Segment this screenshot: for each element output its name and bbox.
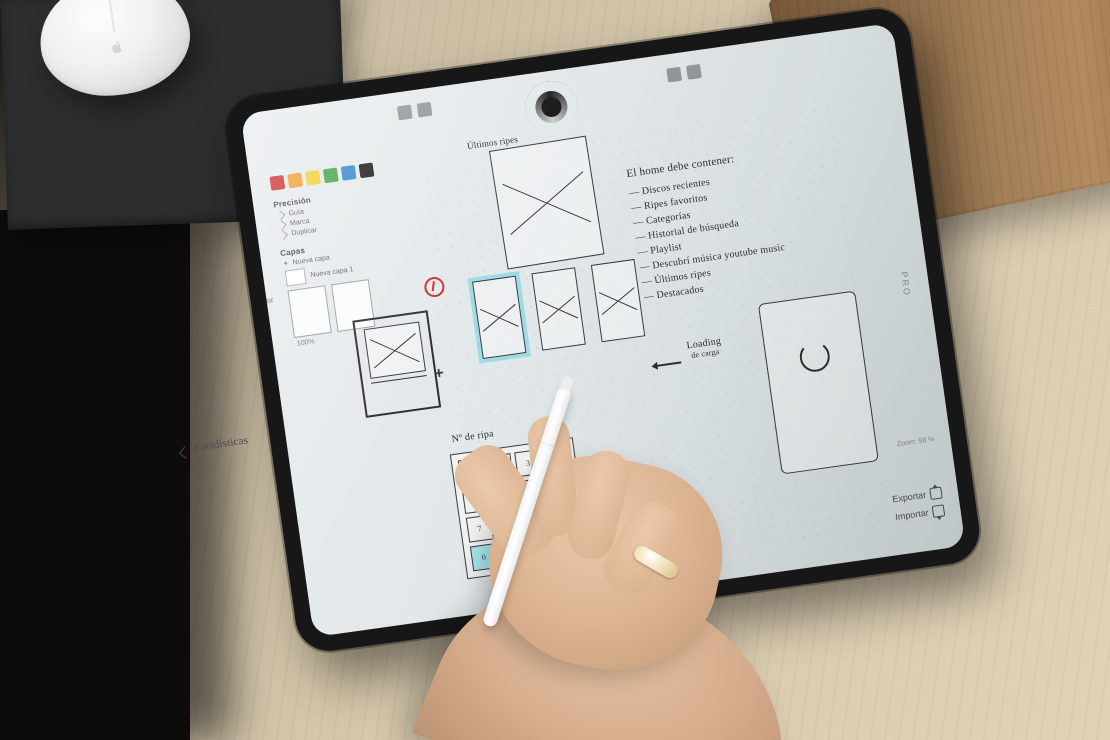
keypad-label: Nº de ripa [451,428,494,445]
swatch[interactable] [269,175,285,191]
drawing-canvas[interactable]: Últimos ripes + El home debe con [419,102,894,596]
layer-thumb[interactable] [287,285,331,338]
loading-annotation: Loading de carga [674,333,738,387]
export-button[interactable]: Exportar [892,486,943,505]
wireframe-phone[interactable] [758,291,879,475]
keypad-key[interactable]: · [526,535,554,563]
wireframe-thumb[interactable] [591,259,645,342]
wireframe-keypad[interactable]: 1 2 3 ← 4 5 6 C 7 8 9 . 0 [450,437,590,579]
add-icon[interactable]: + [433,365,445,384]
keypad-key[interactable]: 2 [486,453,514,481]
tool-icon[interactable] [686,64,702,80]
swatch[interactable] [341,165,357,181]
zoom-readout: Zoom: 58 % [897,436,935,448]
apple-logo-icon [106,37,126,57]
swatch[interactable] [305,170,321,186]
import-icon [932,504,946,518]
keypad-key[interactable]: 0 [470,543,498,571]
keypad-key[interactable]: 7 [466,515,494,543]
spinner-icon [798,340,832,374]
keypad-key[interactable]: 5 [490,482,518,510]
wireframe-thumb[interactable] [472,276,526,359]
keypad-key[interactable]: . [550,503,578,531]
keypad-key[interactable]: C [546,474,574,502]
keypad-key[interactable]: 3 [514,449,542,477]
photo-scene: Estadísticas [0,0,1110,740]
export-icon [929,486,943,500]
desk-edge-shadow [0,210,190,740]
wireframe-thumb[interactable] [531,267,585,350]
design-app: Precisión Guía Marca Duplicar Capas +Nue… [251,32,954,628]
color-wheel[interactable] [522,78,581,137]
keypad-key[interactable]: 00 [498,539,526,567]
tool-icon[interactable] [666,67,682,83]
keypad-key[interactable]: 1 [458,457,486,485]
swatch[interactable] [359,162,375,178]
ipad: Precisión Guía Marca Duplicar Capas +Nue… [222,5,983,656]
swatch[interactable] [287,172,303,188]
keypad-key[interactable]: OK [555,531,583,559]
wireframe-row [472,259,645,359]
ipad-screen: Precisión Guía Marca Duplicar Capas +Nue… [240,23,965,637]
pro-badge: PRO [899,270,912,297]
wireframe-card[interactable] [489,136,605,270]
swatch[interactable] [323,167,339,183]
keypad-key[interactable]: 6 [518,478,546,506]
keypad-key[interactable]: 8 [494,511,522,539]
keypad-key[interactable]: 9 [522,507,550,535]
tool-icon[interactable] [417,102,433,118]
import-button[interactable]: Importar [894,504,945,523]
keypad-key[interactable]: ← [542,445,570,473]
keypad-key[interactable]: 4 [462,486,490,514]
wireframe-screen[interactable] [352,310,441,418]
handwritten-notes: El home debe contener: — Discos reciente… [626,147,791,305]
